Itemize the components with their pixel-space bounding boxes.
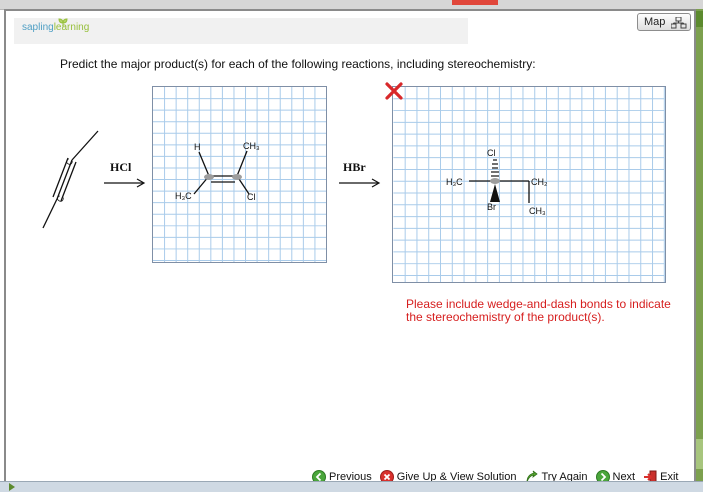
logo-text-sapling: sapling <box>22 22 54 33</box>
question-prompt: Predict the major product(s) for each of… <box>60 57 536 71</box>
scroll-thumb[interactable] <box>696 439 703 469</box>
feedback-message: Please include wedge-and-dash bonds to i… <box>406 297 671 324</box>
map-button[interactable]: Map <box>637 13 691 31</box>
drawing-canvas-1[interactable] <box>152 86 327 263</box>
drawing-canvas-2[interactable] <box>392 86 666 283</box>
bottom-status-strip <box>0 481 703 492</box>
map-icon <box>671 17 687 29</box>
sapling-logo: saplinglearning <box>22 18 89 33</box>
sapling-leaf-icon <box>58 18 68 27</box>
map-label: Map <box>644 16 666 28</box>
active-tab-indicator <box>452 0 498 5</box>
play-icon[interactable] <box>8 483 16 491</box>
side-scrollbar[interactable] <box>696 9 703 491</box>
header-bar: saplinglearning <box>14 18 468 44</box>
scroll-up-icon[interactable] <box>696 11 703 27</box>
